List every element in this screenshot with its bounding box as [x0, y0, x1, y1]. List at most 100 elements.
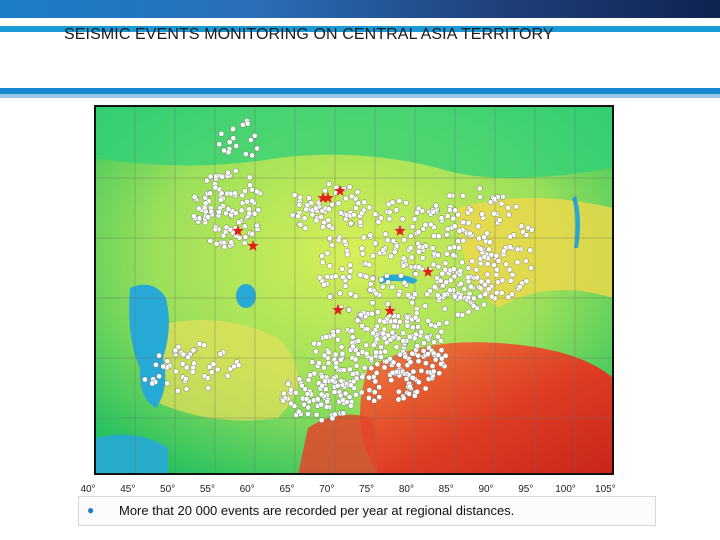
- longitude-label: 105°: [595, 484, 616, 495]
- seismic-event-point: [382, 231, 389, 237]
- seismic-event-point: [346, 306, 352, 313]
- seismic-event-point: [507, 277, 514, 284]
- seismic-event-point: [370, 330, 376, 337]
- seismic-event-point: [248, 137, 254, 143]
- seismic-event-point: [400, 395, 407, 402]
- seismic-event-point: [191, 213, 197, 219]
- seismic-event-point: [374, 361, 381, 368]
- seismic-event-point: [296, 376, 303, 382]
- seismic-event-point: [414, 389, 420, 395]
- seismic-event-point: [436, 320, 443, 327]
- seismic-event-point: [431, 283, 438, 290]
- seismic-event-point: [438, 328, 445, 335]
- seismic-event-point: [180, 351, 187, 358]
- seismic-event-point: [318, 391, 325, 398]
- seismic-event-point: [218, 131, 225, 137]
- seismic-event-point: [366, 395, 372, 401]
- seismic-event-point: [323, 334, 329, 340]
- seismic-event-point: [517, 283, 523, 290]
- seismic-event-point: [228, 239, 234, 245]
- seismic-event-point: [513, 203, 520, 210]
- seismic-event-point: [446, 192, 453, 199]
- seismic-event-point: [509, 291, 516, 298]
- seismic-event-point: [467, 230, 473, 237]
- seismic-event-point: [361, 199, 368, 206]
- seismic-event-point: [433, 202, 439, 209]
- seismic-event-point: [479, 211, 486, 217]
- seismic-event-point: [207, 173, 214, 180]
- seismic-event-point: [390, 323, 397, 330]
- seismic-event-point: [305, 377, 312, 383]
- seismic-event-point: [335, 328, 342, 335]
- seismic-event-point: [321, 352, 328, 359]
- seismic-event-point: [363, 350, 370, 357]
- seismic-event-point: [493, 271, 500, 278]
- seismic-event-point: [342, 283, 349, 289]
- seismic-event-point: [249, 198, 256, 204]
- seismic-event-point: [505, 205, 512, 211]
- seismic-event-point: [346, 274, 353, 280]
- seismic-event-point: [329, 242, 335, 248]
- seismic-event-point: [501, 248, 507, 254]
- seismic-event-point: [450, 252, 457, 259]
- seismic-event-point: [346, 366, 353, 373]
- seismic-event-point: [402, 354, 409, 360]
- seismic-event-point: [293, 389, 299, 396]
- seismic-event-point: [331, 411, 338, 418]
- seismic-event-point: [395, 396, 402, 403]
- seismic-event-point: [416, 264, 423, 271]
- seismic-event-point: [335, 237, 342, 244]
- seismic-event-point: [254, 222, 260, 229]
- seismic-event-point: [468, 207, 474, 213]
- seismic-event-point: [358, 389, 365, 396]
- seismic-event-point: [465, 294, 472, 301]
- seismic-event-point: [305, 411, 311, 417]
- seismic-event-point: [329, 377, 336, 384]
- seismic-event-point: [380, 330, 387, 337]
- seismic-event-point: [465, 274, 471, 281]
- seismic-event-point: [528, 227, 535, 233]
- seismic-event-point: [514, 259, 521, 266]
- seismic-event-point: [189, 368, 196, 375]
- seismic-event-point: [494, 266, 500, 273]
- seismic-event-point: [495, 258, 502, 264]
- seismic-event-point: [319, 382, 325, 389]
- seismic-event-point: [507, 244, 513, 250]
- seismic-event-point: [355, 337, 362, 344]
- seismic-event-point: [383, 358, 390, 365]
- seismic-event-point: [254, 188, 260, 195]
- seismic-event-point: [391, 249, 398, 255]
- seismic-event-point: [428, 221, 434, 228]
- seismic-event-point: [352, 293, 359, 299]
- seismic-event-point: [346, 184, 353, 190]
- aral-sea: [236, 284, 256, 308]
- seismic-event-point: [403, 200, 409, 206]
- seismic-event-point: [355, 200, 362, 207]
- seismic-event-point: [353, 205, 359, 211]
- seismic-event-point: [484, 271, 491, 278]
- seismic-event-point: [333, 360, 340, 366]
- seismic-event-point: [481, 234, 487, 240]
- seismic-event-point: [413, 271, 419, 277]
- seismic-event-point: [514, 246, 521, 253]
- seismic-event-point: [352, 195, 359, 202]
- seismic-event-point: [324, 398, 330, 405]
- seismic-event-point: [527, 247, 534, 254]
- seismic-event-point: [414, 209, 420, 216]
- seismic-event-point: [324, 250, 331, 257]
- seismic-event-point: [183, 364, 190, 371]
- seismic-event-point: [366, 374, 372, 381]
- seismic-event-point: [366, 204, 373, 211]
- seismic-event-point: [503, 261, 510, 268]
- seismic-event-point: [216, 141, 222, 148]
- seismic-event-point: [425, 317, 432, 324]
- seismic-event-point: [398, 272, 404, 279]
- seismic-event-point: [217, 196, 224, 203]
- seismic-event-point: [324, 273, 331, 280]
- seismic-event-point: [318, 417, 325, 424]
- seismic-event-point: [213, 240, 220, 247]
- seismic-event-point: [509, 271, 516, 278]
- seismic-event-point: [460, 237, 467, 244]
- seismic-event-point: [226, 139, 233, 145]
- seismic-event-point: [363, 273, 370, 280]
